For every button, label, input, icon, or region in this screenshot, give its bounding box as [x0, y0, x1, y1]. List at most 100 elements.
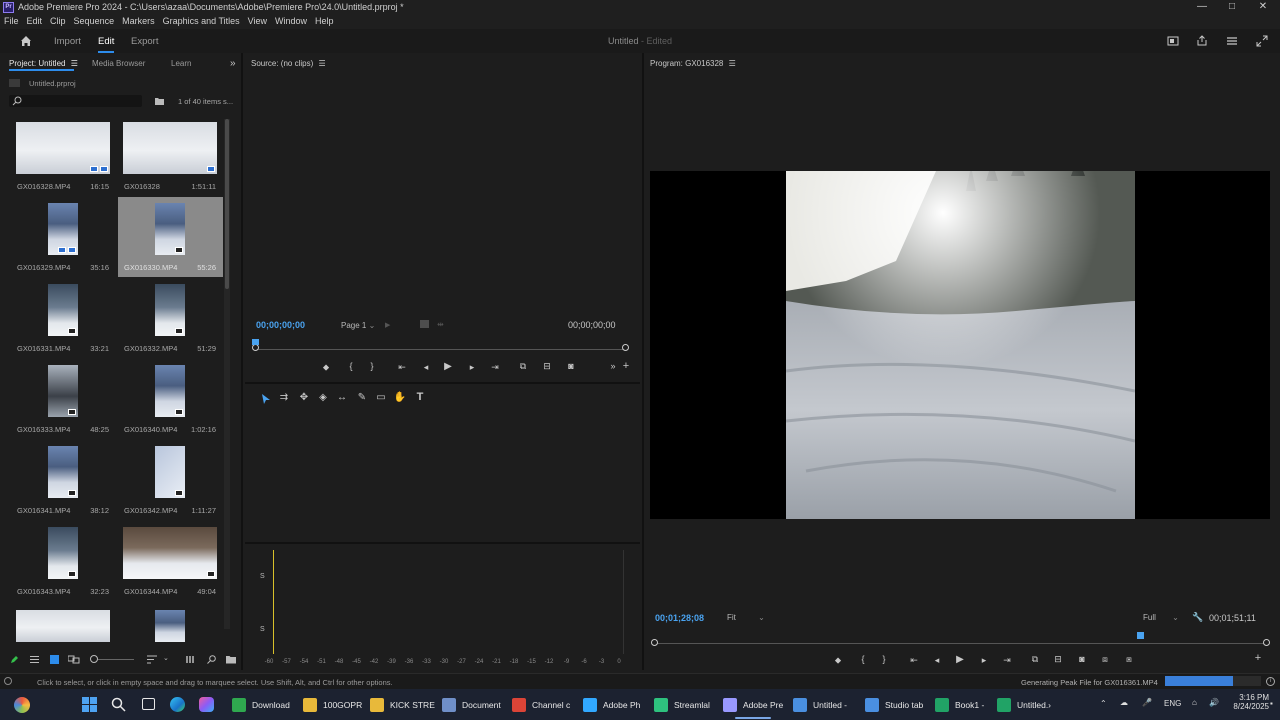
maximize-button[interactable]: □ [1217, 1, 1247, 14]
freeform-view-icon[interactable] [68, 655, 80, 664]
taskbar-app[interactable]: Untitled.› [997, 695, 1051, 715]
taskbar-app[interactable]: Book1 - [935, 695, 984, 715]
go-to-out-icon[interactable]: ⇥ [488, 362, 502, 373]
icon-view-icon[interactable] [50, 655, 59, 664]
project-scrollbar[interactable] [224, 119, 230, 629]
clip-thumbnail[interactable] [16, 122, 110, 174]
go-to-out-icon[interactable]: ⇥ [1000, 655, 1014, 666]
track-select-tool-icon[interactable]: ⇉ [277, 392, 291, 403]
hand-tool-icon[interactable]: ✋ [393, 392, 407, 403]
source-monitor-title[interactable]: Source: (no clips) ☰ [251, 59, 326, 68]
panel-menu-icon[interactable]: ☰ [71, 59, 78, 68]
rectangle-tool-icon[interactable]: ▭ [374, 392, 388, 403]
zoom-slider-handle[interactable] [90, 655, 98, 663]
overwrite-icon[interactable]: ⊟ [540, 361, 554, 372]
clip-thumbnail[interactable] [48, 365, 78, 417]
taskbar-app[interactable]: Untitled - [793, 695, 847, 715]
find-icon[interactable] [207, 655, 216, 664]
tab-learn[interactable]: Learn [171, 59, 191, 68]
program-time-ruler[interactable] [651, 632, 1270, 646]
clip-thumbnail[interactable] [155, 203, 185, 255]
taskbar-app[interactable]: Document [442, 695, 501, 715]
add-marker-icon[interactable]: ⬥ [831, 655, 845, 666]
clip-thumbnail[interactable] [155, 446, 185, 498]
start-icon[interactable] [82, 697, 97, 712]
more-controls-icon[interactable]: » [606, 361, 620, 371]
tab-edit[interactable]: Edit [98, 36, 115, 53]
step-back-icon[interactable]: ◂ [419, 362, 433, 373]
page-dropdown[interactable]: Page 1 ⌄ [341, 321, 375, 330]
pen-tool-icon[interactable]: ✎ [355, 392, 369, 403]
program-start-handle[interactable] [651, 639, 658, 646]
menu-window[interactable]: Window [271, 15, 311, 26]
play-button-icon[interactable]: ▶ [953, 654, 967, 665]
clip-thumbnail[interactable] [155, 284, 185, 336]
slip-tool-icon[interactable]: ↔ [335, 392, 349, 403]
insert-icon[interactable]: ⧉ [516, 361, 530, 372]
workspaces-menu-icon[interactable] [1226, 35, 1238, 47]
share-icon[interactable] [1196, 35, 1208, 47]
scrollbar-thumb[interactable] [225, 119, 229, 289]
menu-graphics-and-titles[interactable]: Graphics and Titles [159, 15, 244, 26]
step-forward-icon[interactable]: ▸ [465, 362, 479, 373]
type-tool-icon[interactable]: T [413, 391, 427, 403]
ripple-edit-tool-icon[interactable]: ✥ [297, 392, 311, 403]
network-icon[interactable]: ⌂ [1192, 698, 1197, 707]
list-view-icon[interactable] [30, 655, 39, 664]
fit-dropdown[interactable]: Fit ⌄ [727, 613, 765, 622]
menu-edit[interactable]: Edit [23, 15, 47, 26]
panel-menu-icon[interactable]: ☰ [729, 59, 736, 68]
tab-project[interactable]: Project: Untitled ☰ [9, 59, 78, 68]
clip-thumbnail[interactable] [123, 527, 217, 579]
solo-button[interactable]: S [260, 573, 265, 580]
clip-thumbnail[interactable] [155, 610, 185, 642]
close-button[interactable]: ✕ [1248, 1, 1278, 14]
go-to-in-icon[interactable]: ⇤ [907, 655, 921, 666]
clip-thumbnail[interactable] [48, 284, 78, 336]
comparison-view-icon[interactable]: ⧈ [1098, 654, 1112, 665]
selection-tool-icon[interactable] [261, 393, 271, 405]
program-end-handle[interactable] [1263, 639, 1270, 646]
taskbar-app[interactable]: Studio tab [865, 695, 923, 715]
taskbar-app[interactable]: Channel c [512, 695, 570, 715]
zoom-slider-track[interactable] [98, 659, 134, 660]
source-time-ruler[interactable] [256, 349, 626, 350]
quick-export-icon[interactable] [1167, 35, 1179, 47]
menu-help[interactable]: Help [311, 15, 338, 26]
search-input[interactable] [9, 95, 142, 107]
taskbar-app[interactable]: Streamlal [654, 695, 710, 715]
volume-icon[interactable]: 🔊 [1209, 698, 1219, 707]
menu-sequence[interactable]: Sequence [70, 15, 119, 26]
notifications-icon[interactable]: ▪ [1270, 699, 1273, 708]
source-start-handle[interactable] [252, 344, 259, 351]
resolution-dropdown[interactable]: Full ⌄ [1143, 613, 1179, 622]
task-view-icon[interactable] [142, 698, 155, 710]
tab-import[interactable]: Import [54, 36, 81, 47]
source-end-handle[interactable] [622, 344, 629, 351]
clip-thumbnail[interactable] [48, 527, 78, 579]
source-playhead[interactable] [252, 339, 259, 345]
taskbar-app[interactable]: 100GOPR [303, 695, 362, 715]
tab-media-browser[interactable]: Media Browser [92, 59, 145, 68]
program-monitor-title[interactable]: Program: GX016328 ☰ [650, 59, 736, 68]
step-forward-icon[interactable]: ▸ [977, 655, 991, 666]
mark-out-icon[interactable]: } [877, 654, 891, 664]
chevron-down-icon[interactable]: ⌄ [163, 654, 169, 662]
sort-icon[interactable] [147, 655, 157, 664]
taskbar-app[interactable]: KICK STRE [370, 695, 435, 715]
add-marker-icon[interactable]: ⬥ [319, 362, 333, 373]
proxy-toggle-icon[interactable]: ⧆ [1122, 654, 1136, 665]
mark-in-icon[interactable]: { [344, 361, 358, 371]
minimize-button[interactable]: — [1187, 1, 1217, 14]
go-to-in-icon[interactable]: ⇤ [395, 362, 409, 373]
taskbar-app[interactable]: Adobe Ph [583, 695, 640, 715]
tray-overflow-icon[interactable]: ⌃ [1100, 699, 1107, 708]
home-icon[interactable] [19, 34, 33, 48]
new-bin-icon[interactable] [226, 655, 236, 664]
add-button-icon[interactable]: + [1251, 652, 1265, 664]
menu-file[interactable]: File [0, 15, 23, 26]
sequence-thumbnail[interactable] [123, 122, 217, 174]
program-playhead[interactable] [1137, 632, 1145, 639]
source-timecode-in[interactable]: 00;00;00;00 [256, 320, 305, 330]
camera-icon[interactable]: ◙ [564, 361, 578, 371]
